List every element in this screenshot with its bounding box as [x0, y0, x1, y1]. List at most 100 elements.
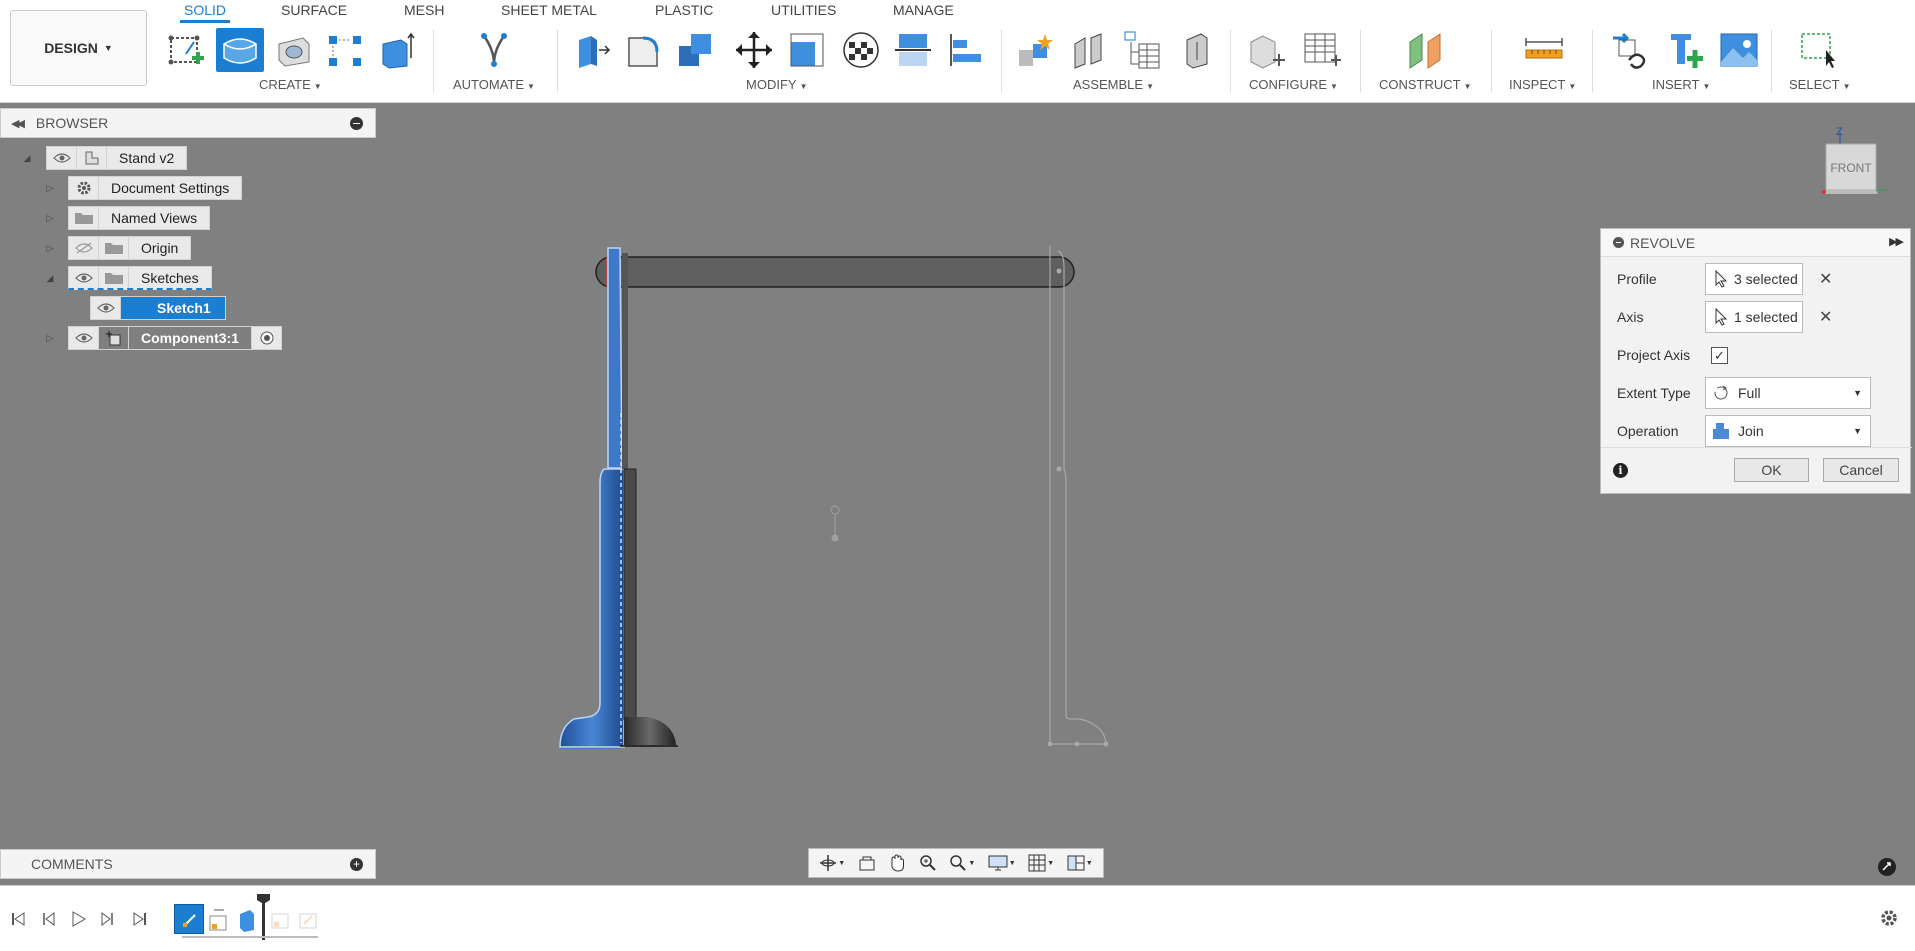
learning-icon[interactable]: [1878, 858, 1896, 876]
align-tool[interactable]: [946, 28, 988, 72]
tab-manage[interactable]: MANAGE: [889, 2, 958, 22]
insert-mcmaster-tool[interactable]: [1664, 28, 1706, 72]
axis-selection[interactable]: 1 selected: [1705, 301, 1803, 333]
timeline-sketch-feature-2[interactable]: [208, 908, 232, 932]
hole-tool[interactable]: [272, 28, 314, 72]
step-forward-button[interactable]: [98, 909, 118, 929]
revolve-preview-body[interactable]: [559, 247, 625, 749]
insert-derive-tool[interactable]: [1610, 28, 1652, 72]
viewports-button[interactable]: ▼: [1067, 854, 1093, 872]
timeline-suppressed-feature[interactable]: [270, 908, 294, 932]
press-pull-tool[interactable]: [570, 28, 612, 72]
dialog-footer: i OK Cancel: [1601, 447, 1912, 493]
workspace-switcher-button[interactable]: DESIGN ▼: [10, 10, 147, 86]
press-pull-icon: [579, 36, 611, 68]
scale-tool[interactable]: [786, 28, 828, 72]
timeline-extrude-feature[interactable]: [236, 908, 260, 932]
pattern-tool[interactable]: [324, 28, 366, 72]
sketch-icon: [209, 909, 227, 931]
profile-row: Profile 3 selected ✕: [1601, 263, 1912, 295]
fillet-tool[interactable]: [622, 28, 664, 72]
caret-down-icon: ▼: [103, 43, 113, 53]
profile-selection[interactable]: 3 selected: [1705, 263, 1803, 295]
orbit-button[interactable]: ▼: [819, 854, 845, 872]
viewcube[interactable]: Z FRONT: [1820, 124, 1890, 200]
offset-plane-tool[interactable]: [1405, 28, 1447, 72]
solid-body-dark[interactable]: [620, 253, 678, 747]
inspect-menu[interactable]: INSPECT ▼: [1509, 77, 1576, 92]
zoom-button[interactable]: [919, 854, 937, 872]
go-to-start-button[interactable]: [8, 909, 28, 929]
bom-tool[interactable]: [1122, 28, 1164, 72]
info-icon[interactable]: i: [1613, 463, 1628, 478]
move-copy-tool[interactable]: [733, 28, 775, 72]
create-menu[interactable]: CREATE ▼: [259, 77, 322, 92]
tab-plastic[interactable]: PLASTIC: [651, 2, 717, 22]
step-back-button[interactable]: [38, 909, 58, 929]
extent-row: Extent Type Full ▼: [1601, 377, 1912, 409]
comments-panel[interactable]: COMMENTS +: [0, 849, 376, 879]
project-axis-checkbox[interactable]: ✓: [1711, 346, 1728, 364]
tab-solid[interactable]: SOLID: [180, 2, 231, 23]
timeline-suppressed-feature-2[interactable]: [298, 908, 322, 932]
revolve-tool[interactable]: [216, 28, 264, 72]
configure-tool[interactable]: [1246, 28, 1288, 72]
configure-menu[interactable]: CONFIGURE ▼: [1249, 77, 1338, 92]
split-body-tool[interactable]: [892, 28, 934, 72]
display-icon: [988, 855, 1008, 871]
divider: [1592, 30, 1593, 92]
clear-axis-icon[interactable]: ✕: [1819, 307, 1832, 327]
look-at-button[interactable]: [858, 854, 876, 872]
create-sketch-tool[interactable]: [165, 28, 207, 72]
play-button[interactable]: [68, 909, 88, 929]
pan-button[interactable]: [888, 854, 906, 872]
tab-utilities[interactable]: UTILITIES: [767, 2, 840, 22]
operation-label: Operation: [1617, 423, 1679, 439]
combine-tool[interactable]: [674, 28, 716, 72]
timeline-settings-button[interactable]: [1879, 908, 1899, 928]
operation-dropdown[interactable]: Join ▼: [1705, 415, 1871, 447]
add-comment-icon[interactable]: +: [350, 858, 363, 871]
step-back-icon: [43, 912, 55, 926]
tab-surface[interactable]: SURFACE: [277, 2, 351, 22]
bom-icon: [1124, 31, 1160, 69]
configuration-table-tool[interactable]: [1300, 28, 1342, 72]
display-settings-button[interactable]: ▼: [988, 854, 1016, 872]
joint-tool[interactable]: [1068, 28, 1110, 72]
step-forward-icon: [101, 912, 113, 926]
automate-menu[interactable]: AUTOMATE ▼: [453, 77, 535, 92]
timeline-sketch-feature[interactable]: [174, 904, 204, 934]
assemble-menu[interactable]: ASSEMBLE ▼: [1073, 77, 1154, 92]
extrude-tool[interactable]: [376, 28, 418, 72]
automate-tool[interactable]: [473, 28, 515, 72]
construct-menu[interactable]: CONSTRUCT ▼: [1379, 77, 1472, 92]
select-menu[interactable]: SELECT ▼: [1789, 77, 1851, 92]
ribbon-toolbar: DESIGN ▼ SOLID SURFACE MESH SHEET METAL …: [0, 0, 1915, 103]
collapse-dialog-icon[interactable]: [1613, 237, 1624, 248]
configure-icon: [1250, 35, 1285, 69]
timeline-marker[interactable]: [262, 898, 265, 940]
grid-settings-button[interactable]: ▼: [1028, 854, 1054, 872]
insert-menu[interactable]: INSERT ▼: [1652, 77, 1710, 92]
cancel-button[interactable]: Cancel: [1823, 458, 1899, 482]
ok-button[interactable]: OK: [1734, 458, 1809, 482]
extent-type-dropdown[interactable]: Full ▼: [1705, 377, 1871, 409]
drive-joints-tool[interactable]: [1176, 28, 1218, 72]
modify-menu[interactable]: MODIFY ▼: [746, 77, 807, 92]
insert-canvas-tool[interactable]: [1718, 28, 1760, 72]
tab-mesh[interactable]: MESH: [400, 2, 448, 22]
tab-sheet-metal[interactable]: SHEET METAL: [497, 2, 601, 22]
clear-profile-icon[interactable]: ✕: [1819, 269, 1832, 289]
select-tool[interactable]: [1797, 28, 1839, 72]
workspace-label: DESIGN: [44, 40, 98, 56]
go-to-end-button[interactable]: [130, 909, 150, 929]
new-component-tool[interactable]: [1014, 28, 1056, 72]
horizontal-bar-body[interactable]: [595, 256, 1075, 288]
timeline-marker-handle[interactable]: [257, 894, 270, 904]
fit-button[interactable]: ▼: [949, 854, 975, 872]
expand-dialog-icon[interactable]: ▶▶: [1889, 235, 1904, 248]
measure-tool[interactable]: [1523, 28, 1565, 72]
image-icon: [1720, 33, 1758, 67]
appearance-tool[interactable]: [840, 28, 882, 72]
align-icon: [950, 34, 981, 66]
